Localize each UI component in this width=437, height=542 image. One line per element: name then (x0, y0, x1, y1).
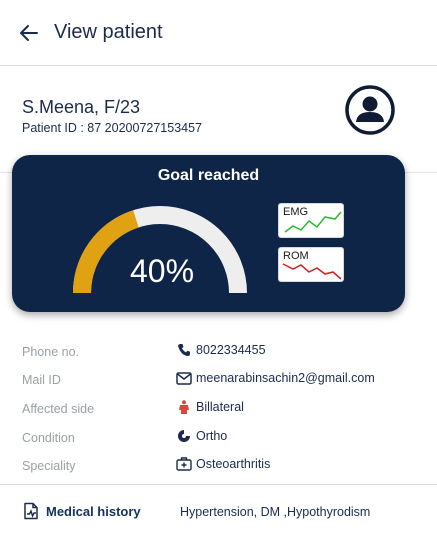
affected-side-value-wrap: Billateral (176, 399, 244, 415)
patient-summary: S.Meena, F/23 Patient ID : 87 2020072715… (22, 97, 202, 135)
affected-side-label: Affected side (22, 402, 95, 416)
body-icon (176, 399, 192, 415)
patient-id: Patient ID : 87 20200727153457 (22, 121, 203, 135)
medical-document-icon (24, 502, 38, 520)
emg-line-icon (284, 211, 342, 233)
medical-kit-icon (176, 456, 192, 472)
rom-line-icon (282, 263, 342, 280)
bone-icon (176, 428, 192, 444)
goal-percent: 40% (129, 253, 195, 289)
medical-history-link[interactable]: Medical history (22, 502, 141, 520)
avatar[interactable] (344, 84, 396, 136)
goal-title: Goal reached (157, 167, 260, 184)
speciality-value-wrap: Osteoarthritis (176, 456, 270, 472)
detail-row-speciality: Speciality Osteoarthritis (0, 456, 437, 478)
arrow-left-icon (20, 24, 38, 41)
detail-row-affected-side: Affected side Billateral (0, 399, 437, 421)
condition-value-wrap: Ortho (176, 428, 227, 444)
page-title: View patient (54, 21, 163, 43)
app-header: View patient (0, 0, 437, 66)
mail-icon (176, 370, 192, 386)
detail-row-mail: Mail ID meenarabinsachin2@gmail.com (0, 370, 437, 392)
phone-label: Phone no. (22, 345, 79, 359)
speciality-value: Osteoarthritis (196, 457, 271, 471)
rom-card[interactable]: ROM (278, 247, 344, 282)
back-button[interactable] (18, 22, 40, 44)
affected-side-value: Billateral (196, 400, 244, 414)
emg-card[interactable]: EMG (278, 203, 344, 238)
medical-history-value: Hypertension, DM ,Hypothyrodism (180, 505, 371, 519)
user-avatar-icon (345, 85, 395, 135)
condition-value: Ortho (196, 429, 228, 443)
goal-card[interactable]: Goal reached 40% EMG ROM (12, 155, 405, 312)
speciality-label: Speciality (22, 459, 76, 473)
phone-value-wrap[interactable]: 8022334455 (176, 342, 266, 358)
mail-label: Mail ID (22, 373, 61, 387)
phone-icon (176, 342, 192, 358)
condition-label: Condition (22, 431, 75, 445)
mail-value-wrap[interactable]: meenarabinsachin2@gmail.com (176, 370, 375, 386)
medical-history-label: Medical history (46, 503, 141, 519)
mail-value: meenarabinsachin2@gmail.com (196, 371, 375, 385)
patient-name: S.Meena, F/23 (22, 97, 141, 117)
detail-row-phone: Phone no. 8022334455 (0, 342, 437, 364)
detail-row-condition: Condition Ortho (0, 428, 437, 450)
divider (0, 484, 437, 485)
phone-value: 8022334455 (196, 343, 266, 357)
